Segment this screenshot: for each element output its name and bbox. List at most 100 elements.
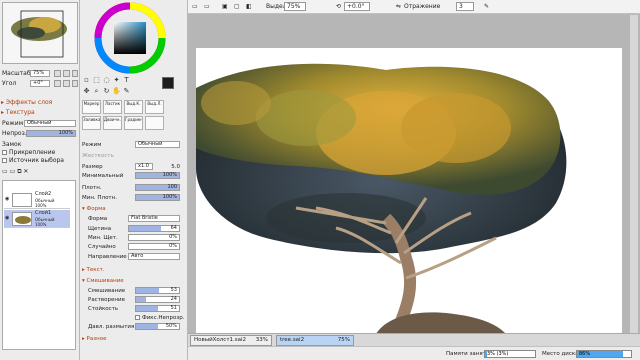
brush-fill[interactable]: Заливка — [82, 116, 101, 130]
opacity-label: Непроз. — [2, 130, 27, 137]
slider-fill — [136, 288, 159, 293]
rotate-icon[interactable]: ↻ — [102, 87, 111, 96]
tab-name: tree.sai2 — [280, 337, 305, 343]
tab-document-2[interactable]: tree.sai2 75% — [276, 335, 354, 346]
size-value[interactable]: 5.0 — [156, 164, 180, 170]
dilution-slider[interactable]: 24 — [135, 296, 180, 303]
shape-section[interactable]: ▾ Форма — [82, 206, 106, 212]
layer-item[interactable]: ◉ Слой2 Обычный 100% — [4, 191, 70, 209]
clipping-row[interactable]: Прикрепление — [2, 149, 55, 157]
flip-field[interactable]: 3 — [456, 2, 474, 11]
deselect-icon[interactable]: ▢ — [234, 3, 240, 10]
fix-opacity-checkbox[interactable] — [135, 315, 140, 320]
direction-select[interactable]: Авто — [128, 253, 180, 260]
layer-effects-section[interactable]: ▸ Эффекты слоя — [1, 98, 52, 107]
dilution-label: Растворение — [88, 297, 125, 303]
hand-icon[interactable]: ✋ — [112, 87, 121, 96]
new-canvas-icon[interactable]: ▭ — [192, 3, 198, 10]
layer-name: Слой1 — [35, 210, 52, 216]
navigator-preview[interactable] — [2, 2, 78, 64]
eyedropper-icon[interactable]: ✎ — [122, 87, 131, 96]
tool-mode-select[interactable]: Обычный — [135, 141, 180, 148]
blur-slider[interactable]: 50% — [135, 323, 180, 330]
zoom-reset-button[interactable] — [72, 70, 78, 77]
zoom-out-button[interactable] — [63, 70, 70, 77]
tab-name: НовыйХолст1.sai2 — [194, 337, 247, 343]
zoom-icon[interactable]: ⌕ — [92, 87, 101, 96]
eye-icon[interactable]: ◉ — [5, 196, 9, 202]
brush-deselect-pen[interactable]: Выд.Л. — [145, 100, 164, 114]
select-icon[interactable]: ▣ — [222, 3, 228, 10]
move-icon[interactable]: ✥ — [82, 87, 91, 96]
magic-wand-icon[interactable]: ✦ — [112, 76, 121, 85]
square-icon[interactable]: ▫ — [82, 76, 91, 85]
random-slider[interactable]: 0% — [128, 243, 180, 250]
invert-icon[interactable]: ◧ — [246, 3, 252, 10]
min-size-label: Минимальный — [82, 173, 124, 179]
new-layer-icon[interactable]: ▭ — [2, 168, 8, 175]
rotate-reset-button[interactable] — [72, 80, 78, 87]
misc-section-label: Разное — [86, 336, 107, 342]
source-checkbox[interactable] — [2, 158, 7, 163]
brush-marker[interactable]: Маркер — [82, 100, 101, 114]
source-row[interactable]: Источник выбора — [2, 157, 64, 165]
scale-field[interactable]: 75% — [30, 70, 50, 77]
persistence-slider[interactable]: 51 — [135, 305, 180, 312]
drawing-canvas[interactable] — [196, 48, 622, 334]
angle-field[interactable]: +0° — [30, 80, 50, 87]
layer-mode-select[interactable]: Обычный — [24, 120, 76, 127]
pen-icon[interactable]: ✎ — [484, 3, 489, 10]
size-multiplier[interactable]: x1.0 — [135, 163, 153, 170]
bristle-slider[interactable]: 64 — [128, 225, 180, 232]
angle-field[interactable]: +0.0° — [344, 2, 370, 11]
new-folder-icon[interactable]: ▭ — [10, 168, 16, 175]
flip-horizontal-icon[interactable]: ⇋ — [396, 3, 401, 10]
selection-icon[interactable]: ⬚ — [92, 76, 101, 85]
zoom-in-button[interactable] — [54, 70, 61, 77]
vertical-scrollbar[interactable] — [630, 15, 638, 333]
document-tabs: НовыйХолст1.sai2 33% tree.sai2 75% — [188, 333, 640, 346]
min-bristle-slider[interactable]: 0% — [128, 234, 180, 241]
brush-binary[interactable]: Двоичн... — [103, 116, 122, 130]
brush-empty-slot[interactable] — [145, 116, 164, 130]
lasso-icon[interactable]: ◌ — [102, 76, 111, 85]
misc-section[interactable]: ▸ Разное — [82, 336, 106, 342]
min-density-slider[interactable]: 100% — [135, 194, 180, 201]
rotate-ccw-icon[interactable]: ⟲ — [336, 3, 341, 10]
layer-thumbnail — [12, 193, 32, 207]
fix-opacity-row[interactable]: Фикс.Непрозр. — [135, 315, 185, 321]
eye-icon[interactable]: ◉ — [5, 215, 9, 221]
tab-document-1[interactable]: НовыйХолст1.sai2 33% — [190, 335, 272, 346]
clipping-checkbox[interactable] — [2, 150, 7, 155]
opacity-value: 100% — [58, 130, 73, 136]
flip-label: Отражение — [404, 3, 441, 10]
min-size-slider[interactable]: 100% — [135, 172, 180, 179]
lock-label: Замок — [2, 141, 22, 148]
brush-select-pen[interactable]: Выд.К. — [124, 100, 143, 114]
tab-zoom: 75% — [337, 337, 350, 343]
copy-layer-icon[interactable]: ⧉ — [17, 168, 21, 175]
layer-name: Слой2 — [35, 191, 52, 197]
brush-eraser[interactable]: Ластик — [103, 100, 122, 114]
brush-gradient[interactable]: Градиент — [124, 116, 143, 130]
primary-color-swatch[interactable] — [162, 77, 174, 89]
mode-label: Режим — [2, 120, 24, 127]
delete-layer-icon[interactable]: ✕ — [23, 168, 28, 175]
fit-icon[interactable]: ▭ — [204, 3, 210, 10]
layer-item-selected[interactable]: ◉ Слой1 Обычный 100% — [4, 210, 70, 228]
layer-opacity-slider[interactable]: 100% — [26, 130, 76, 137]
blend-section[interactable]: ▾ Смешивание — [82, 278, 124, 284]
rotate-right-button[interactable] — [63, 80, 70, 87]
zoom-field[interactable]: 75% — [284, 2, 306, 11]
shape-select[interactable]: Flat Bristle — [128, 215, 180, 222]
texture-section[interactable]: ▸ Текстура — [1, 108, 35, 117]
rotate-left-button[interactable] — [54, 80, 61, 87]
tab-zoom: 33% — [255, 337, 268, 343]
blur-value: 50% — [165, 323, 177, 329]
text-section[interactable]: ▸ Текст. — [82, 267, 105, 273]
text-tool-icon[interactable]: T — [122, 76, 131, 85]
color-wheel[interactable] — [94, 2, 166, 74]
density-slider[interactable]: 100 — [135, 184, 180, 191]
density-value: 100 — [167, 184, 177, 190]
blend-slider[interactable]: 53 — [135, 287, 180, 294]
